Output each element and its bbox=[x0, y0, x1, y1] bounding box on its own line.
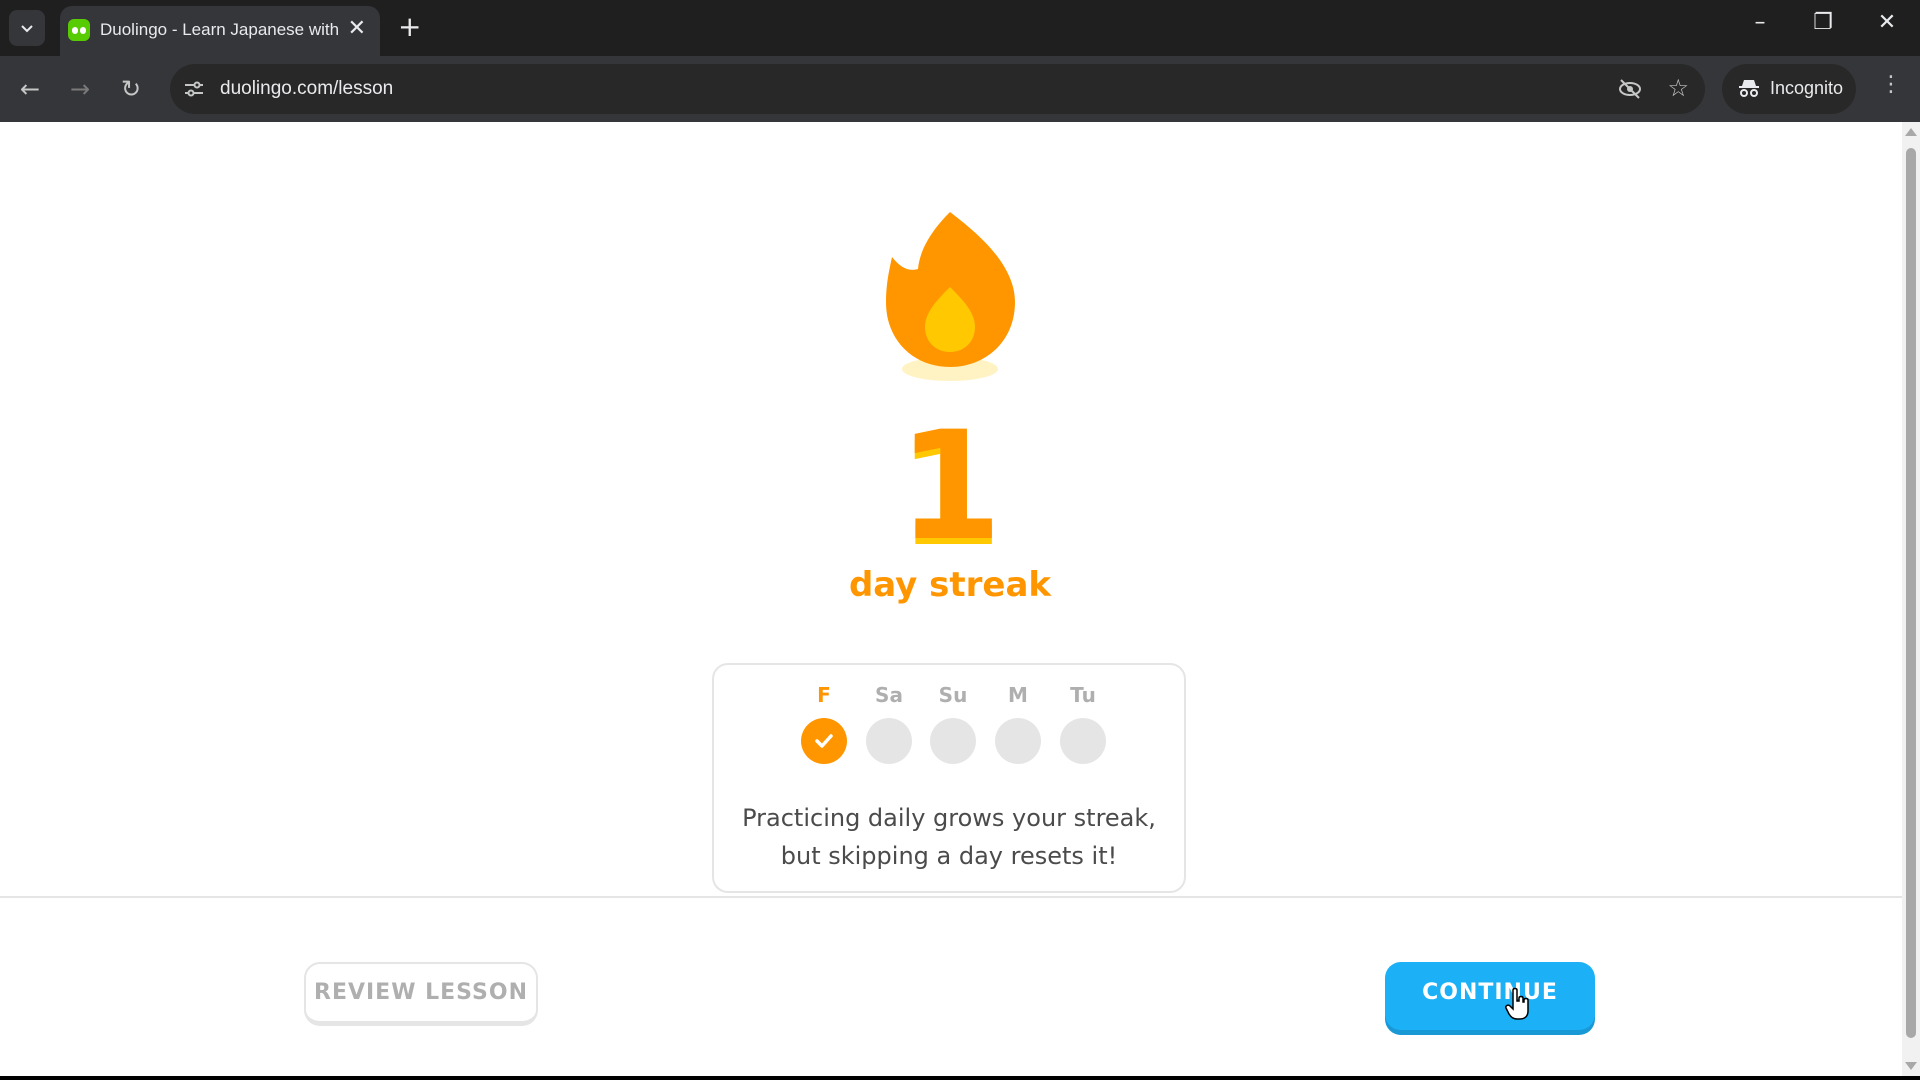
day-status-empty bbox=[995, 718, 1041, 764]
forward-icon[interactable]: → bbox=[63, 72, 97, 106]
lesson-page: 1 day streak F Sa Su M Tu Practicing dai… bbox=[0, 122, 1920, 1076]
day-label: Sa bbox=[875, 683, 903, 707]
day-sunday: Su bbox=[927, 680, 979, 764]
day-friday: F bbox=[798, 680, 850, 764]
day-status-empty bbox=[866, 718, 912, 764]
eye-off-icon[interactable] bbox=[1617, 76, 1643, 102]
close-window-icon[interactable]: ✕ bbox=[1867, 10, 1907, 35]
new-tab-button[interactable]: + bbox=[398, 12, 421, 42]
day-status-completed bbox=[801, 718, 847, 764]
reload-icon[interactable]: ↻ bbox=[114, 72, 148, 106]
browser-toolbar: ← → ↻ duolingo.com/lesson ☆ Incognito ⋮ bbox=[0, 56, 1920, 122]
active-tab[interactable]: Duolingo - Learn Japanese with ✕ bbox=[60, 6, 380, 56]
incognito-indicator[interactable]: Incognito bbox=[1722, 64, 1856, 114]
incognito-label: Incognito bbox=[1770, 78, 1844, 98]
scroll-down-icon[interactable] bbox=[1905, 1062, 1917, 1070]
site-info-icon[interactable] bbox=[182, 77, 206, 101]
more-icon[interactable]: ⋮ bbox=[1880, 72, 1902, 97]
close-tab-icon[interactable]: ✕ bbox=[348, 17, 366, 41]
minimize-icon[interactable]: – bbox=[1740, 10, 1780, 35]
window-bottom-edge bbox=[0, 1076, 1920, 1080]
streak-message-line1: Practicing daily grows your streak, bbox=[742, 804, 1156, 832]
streak-label: day streak bbox=[848, 565, 1052, 605]
footer-divider bbox=[0, 896, 1902, 898]
address-bar[interactable]: duolingo.com/lesson ☆ bbox=[170, 64, 1705, 114]
day-monday: M bbox=[992, 680, 1044, 764]
scrollbar-thumb[interactable] bbox=[1906, 148, 1916, 1038]
weekly-streak-card: F Sa Su M Tu Practicing daily grows your… bbox=[712, 663, 1186, 893]
streak-message: Practicing daily grows your streak, but … bbox=[714, 799, 1184, 875]
streak-count: 1 bbox=[897, 400, 1003, 574]
restore-icon[interactable]: ❐ bbox=[1803, 10, 1843, 35]
streak-flame-icon bbox=[886, 212, 1015, 381]
day-status-empty bbox=[930, 718, 976, 764]
star-icon[interactable]: ☆ bbox=[1667, 74, 1689, 102]
scroll-up-icon[interactable] bbox=[1905, 128, 1917, 136]
tab-search-button[interactable] bbox=[9, 10, 45, 46]
day-label: F bbox=[817, 683, 831, 707]
browser-chrome: Duolingo - Learn Japanese with ✕ + – ❐ ✕… bbox=[0, 0, 1920, 122]
back-icon[interactable]: ← bbox=[13, 72, 47, 106]
url-text: duolingo.com/lesson bbox=[220, 78, 394, 99]
day-tuesday: Tu bbox=[1057, 680, 1109, 764]
day-label: Su bbox=[938, 683, 968, 707]
review-lesson-button[interactable]: REVIEW LESSON bbox=[304, 962, 538, 1026]
duolingo-favicon-icon bbox=[68, 19, 90, 41]
continue-button[interactable]: CONTINUE bbox=[1385, 962, 1595, 1030]
streak-message-line2: but skipping a day resets it! bbox=[780, 842, 1118, 870]
day-status-empty bbox=[1060, 718, 1106, 764]
week-calendar: F Sa Su M Tu bbox=[714, 665, 1184, 795]
chevron-down-icon bbox=[21, 25, 33, 33]
day-saturday: Sa bbox=[863, 680, 915, 764]
tab-strip: Duolingo - Learn Japanese with ✕ + – ❐ ✕ bbox=[0, 0, 1920, 56]
hand-cursor-icon bbox=[1505, 987, 1529, 1020]
day-label: Tu bbox=[1070, 683, 1096, 707]
tab-title: Duolingo - Learn Japanese with bbox=[100, 20, 340, 39]
incognito-icon bbox=[1739, 80, 1759, 97]
page-scrollbar[interactable] bbox=[1902, 122, 1920, 1076]
day-label: M bbox=[1008, 683, 1028, 707]
checkmark-icon bbox=[815, 734, 833, 748]
